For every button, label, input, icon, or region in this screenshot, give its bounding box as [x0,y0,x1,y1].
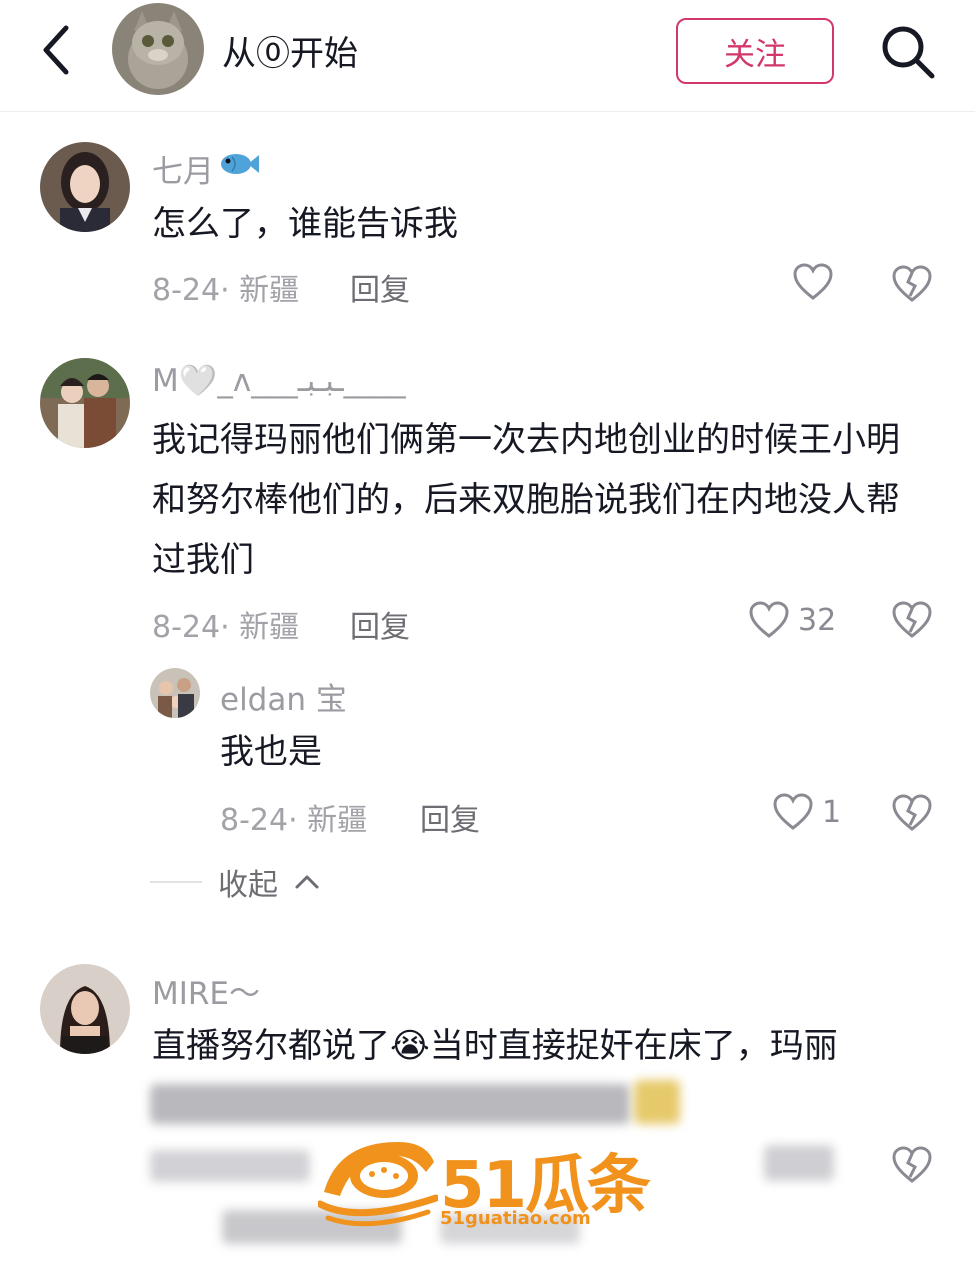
commenter-username[interactable]: M🤍_ʌ___ـبـبـ____ [152,362,406,399]
replier-username[interactable]: eldan 宝 [220,674,347,719]
heart-icon [749,601,789,638]
heart-icon [793,263,833,300]
like-count: 1 [822,794,842,830]
profile-avatar[interactable] [112,3,204,95]
heart-icon [773,793,813,830]
comment-text: 怎么了，谁能告诉我 [152,204,458,244]
fish-emoji-icon [218,149,260,179]
reply-text: 我也是 [220,732,322,772]
like-button[interactable]: 32 [748,600,836,640]
replier-avatar[interactable] [150,668,200,718]
commenter-avatar[interactable] [40,358,130,448]
blurred-emoji [634,1080,680,1124]
commenter-username[interactable]: 七月 [152,146,214,191]
search-icon[interactable] [878,22,938,82]
commenter-avatar[interactable] [40,964,130,1054]
broken-heart-icon[interactable] [891,1145,933,1185]
blurred-like [764,1145,834,1181]
broken-heart-icon[interactable] [891,793,933,833]
blurred-text [150,1084,630,1124]
collapse-label: 收起 [218,868,278,903]
comment-text: 我记得玛丽他们俩第一次去内地创业的时候王小明和努尔棒他们的，后来双胞胎说我们在内… [152,420,900,580]
watermark-url: 51guatiao.com [440,1208,591,1229]
commenter-avatar[interactable] [40,142,130,232]
follow-button[interactable]: 关注 [676,18,834,84]
comment-text: 直播努尔都说了😭当时直接捉奸在床了，玛丽 [152,1026,838,1066]
broken-heart-icon[interactable] [891,264,933,304]
reply-button[interactable]: 回复 [350,265,410,309]
comment-date-location: 8-24· 新疆 [152,610,300,645]
comment-date-location: 8-24· 新疆 [152,273,300,308]
chevron-up-icon [295,875,319,889]
reply-button[interactable]: 回复 [420,795,480,839]
collapse-replies-button[interactable]: 收起 [150,860,320,904]
reply-date-location: 8-24· 新疆 [220,803,368,838]
divider [150,881,202,883]
reply-button[interactable]: 回复 [350,602,410,646]
top-bar: 从⓪开始 关注 [0,0,975,112]
like-count: 32 [798,602,837,638]
like-button[interactable]: 1 [772,792,841,832]
broken-heart-icon[interactable] [891,600,933,640]
page-title: 从⓪开始 [222,34,358,74]
blurred-meta [150,1150,310,1182]
back-icon[interactable] [36,22,86,78]
commenter-username[interactable]: MIRE～ [152,968,260,1013]
like-button[interactable] [792,262,842,302]
